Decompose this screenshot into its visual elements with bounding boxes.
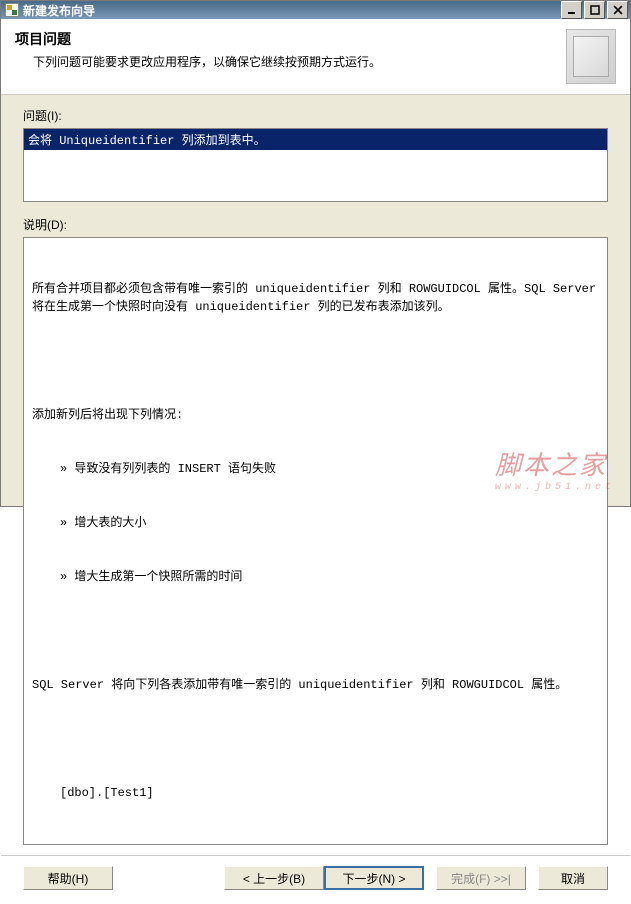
issue-item-selected[interactable]: 会将 Uniqueidentifier 列添加到表中。: [24, 129, 607, 150]
minimize-button[interactable]: [561, 1, 582, 19]
titlebar: 新建发布向导: [1, 1, 630, 19]
finish-button: 完成(F) >>|: [436, 866, 526, 890]
header-text: 项目问题 下列问题可能要求更改应用程序，以确保它继续按预期方式运行。: [15, 29, 556, 70]
app-icon: [5, 3, 19, 17]
nav-buttons: < 上一步(B) 下一步(N) >: [224, 866, 424, 890]
desc-table: [dbo].[Test1]: [32, 784, 599, 802]
wizard-window: 新建发布向导 项目问题 下列问题可能要求更改应用程序，以确保它继续按预期方式运行…: [0, 0, 631, 507]
description-label: 说明(D):: [23, 216, 608, 233]
issues-label: 问题(I):: [23, 107, 608, 124]
maximize-button[interactable]: [584, 1, 605, 19]
window-title: 新建发布向导: [23, 2, 561, 19]
desc-line: 添加新列后将出现下列情况:: [32, 406, 599, 424]
desc-line: SQL Server 将向下列各表添加带有唯一索引的 uniqueidentif…: [32, 676, 599, 694]
wizard-footer: 帮助(H) < 上一步(B) 下一步(N) > 完成(F) >>| 取消: [1, 855, 630, 904]
content-area: 问题(I): 会将 Uniqueidentifier 列添加到表中。 说明(D)…: [1, 95, 630, 855]
description-box[interactable]: 所有合并项目都必须包含带有唯一索引的 uniqueidentifier 列和 R…: [23, 237, 608, 845]
issues-listbox[interactable]: 会将 Uniqueidentifier 列添加到表中。: [23, 128, 608, 202]
desc-bullet: 增大表的大小: [32, 514, 599, 532]
page-subtitle: 下列问题可能要求更改应用程序，以确保它继续按预期方式运行。: [15, 53, 556, 70]
desc-bullet: 增大生成第一个快照所需的时间: [32, 568, 599, 586]
cancel-button[interactable]: 取消: [538, 866, 608, 890]
desc-blank: [32, 730, 599, 748]
page-title: 项目问题: [15, 29, 556, 49]
desc-blank: [32, 622, 599, 640]
help-button[interactable]: 帮助(H): [23, 866, 113, 890]
desc-line: 所有合并项目都必须包含带有唯一索引的 uniqueidentifier 列和 R…: [32, 280, 599, 316]
close-button[interactable]: [607, 1, 628, 19]
wizard-header: 项目问题 下列问题可能要求更改应用程序，以确保它继续按预期方式运行。: [1, 19, 630, 95]
back-button[interactable]: < 上一步(B): [224, 866, 324, 890]
header-icon: [566, 29, 616, 84]
window-buttons: [561, 1, 628, 19]
desc-bullet: 导致没有列列表的 INSERT 语句失败: [32, 460, 599, 478]
next-button[interactable]: 下一步(N) >: [324, 866, 424, 890]
desc-blank: [32, 352, 599, 370]
